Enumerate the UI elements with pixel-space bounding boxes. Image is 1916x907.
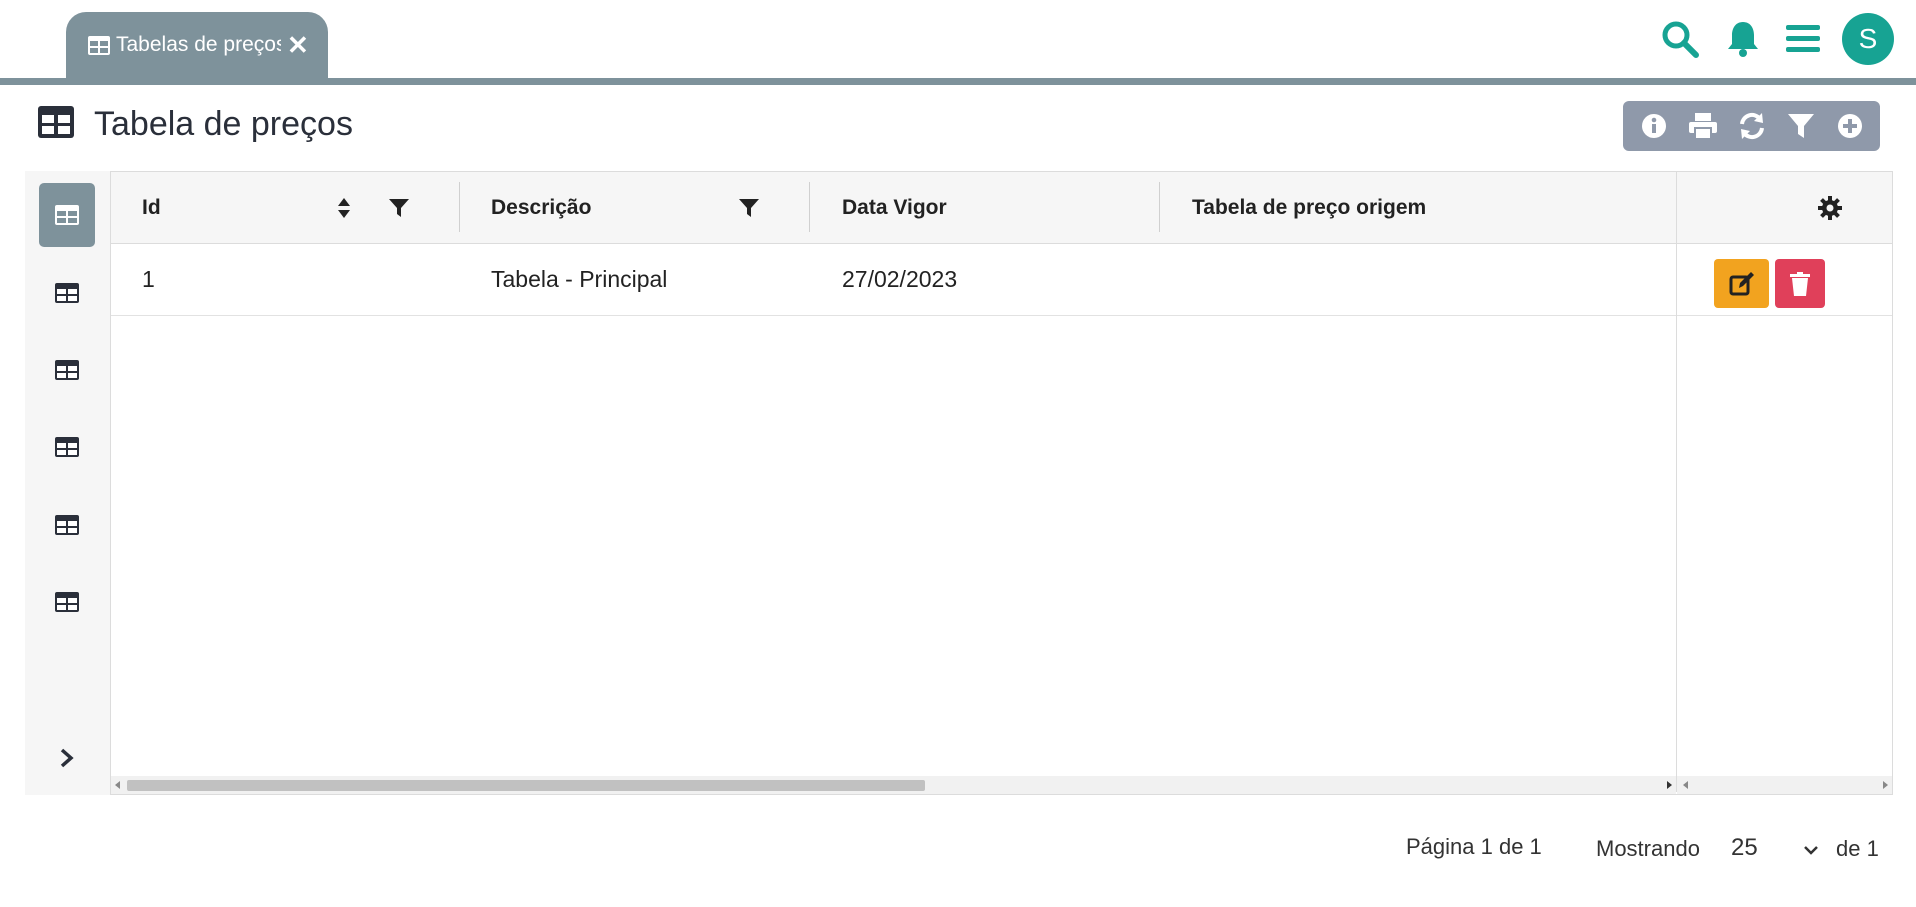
table-icon (88, 35, 110, 55)
info-icon (1641, 114, 1666, 138)
column-header-data-vigor[interactable]: Data Vigor (842, 172, 947, 243)
cell-data-vigor: 27/02/2023 (842, 266, 958, 292)
table-icon (55, 592, 79, 612)
column-divider (809, 182, 810, 232)
table-header: Id Descrição Data Vigor Tabela de preço … (111, 172, 1892, 244)
toolbar (1623, 101, 1880, 151)
refresh-icon (1739, 112, 1764, 140)
table-icon (55, 283, 79, 303)
sidebar-item-6[interactable] (39, 570, 95, 634)
tab-tabelas-de-precos[interactable]: Tabelas de preços ✕ (66, 12, 328, 78)
chevron-down-icon[interactable] (1803, 836, 1819, 862)
scroll-left-arrow[interactable] (1683, 781, 1688, 789)
search-icon[interactable] (1660, 19, 1700, 59)
column-header-tabela-origem[interactable]: Tabela de preço origem (1192, 172, 1426, 243)
showing-label: Mostrando (1596, 836, 1700, 861)
print-button[interactable] (1683, 106, 1723, 146)
scroll-right-arrow[interactable] (1883, 781, 1888, 789)
menu-icon[interactable] (1786, 24, 1820, 54)
actions-column (1676, 172, 1892, 792)
view-sidebar (25, 171, 110, 795)
table-icon (55, 437, 79, 457)
refresh-button[interactable] (1732, 106, 1772, 146)
close-icon[interactable]: ✕ (287, 32, 309, 58)
sidebar-item-1[interactable] (39, 183, 95, 247)
top-bar-divider (0, 78, 1916, 85)
data-grid: Id Descrição Data Vigor Tabela de preço … (110, 171, 1893, 795)
actions-scrollbar[interactable] (1677, 776, 1892, 794)
info-button[interactable] (1634, 106, 1674, 146)
column-header-id[interactable]: Id (142, 172, 161, 243)
scrollbar-thumb[interactable] (127, 780, 925, 791)
tab-label: Tabelas de preços (116, 33, 281, 56)
filter-icon[interactable] (739, 172, 759, 243)
cell-descricao: Tabela - Principal (491, 266, 668, 292)
table-icon (55, 360, 79, 380)
table-icon (55, 515, 79, 535)
sort-icon[interactable] (337, 172, 351, 243)
table-row[interactable]: 1 Tabela - Principal 27/02/2023 (111, 244, 1892, 316)
print-icon (1688, 113, 1717, 139)
page-header: Tabela de preços (38, 102, 353, 146)
page-title: Tabela de preços (94, 104, 353, 143)
scroll-left-arrow[interactable] (115, 781, 120, 789)
sidebar-item-2[interactable] (39, 261, 95, 325)
filter-icon[interactable] (389, 172, 409, 243)
sidebar-item-5[interactable] (39, 493, 95, 557)
horizontal-scrollbar[interactable] (111, 776, 1676, 794)
top-bar: Tabelas de preços ✕ S (0, 0, 1916, 78)
sidebar-item-3[interactable] (39, 338, 95, 402)
cell-id: 1 (142, 266, 155, 292)
column-divider (1159, 182, 1160, 232)
column-divider (459, 182, 460, 232)
filter-button[interactable] (1781, 106, 1821, 146)
expand-sidebar-button[interactable] (39, 726, 95, 790)
filter-icon (1787, 114, 1814, 138)
avatar[interactable]: S (1842, 13, 1894, 65)
table-icon (38, 105, 74, 143)
sidebar-item-4[interactable] (39, 415, 95, 479)
table-icon (55, 205, 79, 225)
total-label: de 1 (1836, 836, 1879, 861)
top-icons: S (1660, 10, 1916, 68)
bell-icon[interactable] (1726, 20, 1760, 58)
page-indicator: Página 1 de 1 (1406, 834, 1542, 859)
page-size-value[interactable]: 25 (1731, 834, 1758, 862)
plus-circle-icon (1837, 114, 1862, 138)
add-button[interactable] (1830, 106, 1870, 146)
chevron-right-icon (60, 748, 74, 768)
column-header-descricao[interactable]: Descrição (491, 172, 591, 243)
scroll-right-arrow[interactable] (1667, 781, 1672, 789)
